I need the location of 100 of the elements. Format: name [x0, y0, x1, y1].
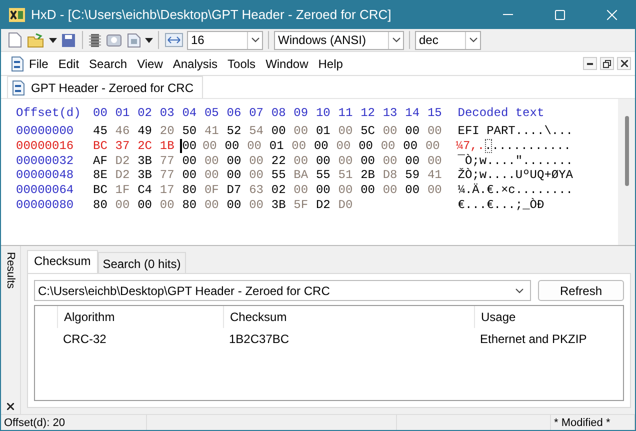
hex-byte[interactable]: 20 [160, 124, 182, 138]
hex-byte[interactable]: 00 [247, 139, 270, 154]
hex-byte[interactable]: 00 [182, 154, 204, 168]
hex-byte[interactable]: 00 [338, 154, 361, 168]
hex-byte[interactable]: 54 [249, 124, 272, 138]
hex-byte[interactable]: BA [294, 168, 316, 182]
menu-item[interactable]: File [24, 56, 54, 70]
hex-byte[interactable]: 00 [249, 154, 272, 168]
hex-byte[interactable]: 50 [182, 124, 204, 138]
hex-byte[interactable]: 01 [269, 139, 292, 154]
hex-byte[interactable]: 22 [271, 154, 294, 168]
hex-byte[interactable]: 00 [427, 154, 450, 168]
restore-button[interactable] [600, 57, 614, 70]
hex-byte[interactable]: 00 [314, 139, 336, 154]
hex-byte[interactable]: 00 [224, 139, 248, 154]
menu-item[interactable]: Analysis [168, 56, 223, 70]
hex-byte[interactable]: D8 [382, 168, 406, 182]
hex-byte[interactable]: 00 [115, 198, 138, 212]
hex-byte[interactable]: 00 [380, 139, 404, 154]
hex-byte[interactable]: D2 [115, 154, 138, 168]
bytes-per-row-select[interactable]: 16 [187, 30, 263, 50]
save-button[interactable] [60, 31, 77, 49]
menu-item[interactable]: Window [260, 56, 314, 70]
hex-byte[interactable]: BC [93, 183, 116, 198]
hex-byte[interactable]: 00 [138, 198, 160, 212]
hex-byte[interactable]: 01 [316, 124, 338, 138]
menu-item[interactable]: Edit [53, 56, 84, 70]
minimize-button[interactable] [583, 57, 597, 70]
hex-byte[interactable]: 02 [271, 183, 294, 198]
hex-byte[interactable]: 8E [93, 168, 116, 182]
hex-byte[interactable]: 80 [93, 198, 116, 212]
hex-byte[interactable]: 5C [360, 124, 383, 138]
hex-byte[interactable]: 00 [204, 198, 227, 212]
hex-byte[interactable]: C4 [138, 183, 160, 198]
file-properties-button[interactable] [126, 31, 142, 49]
new-file-button[interactable] [7, 31, 23, 49]
hex-byte[interactable]: 00 [180, 139, 202, 154]
hex-byte[interactable]: 17 [160, 183, 182, 198]
hex-byte[interactable]: D7 [226, 183, 250, 198]
hex-byte[interactable]: 00 [249, 168, 272, 182]
hex-byte[interactable]: D2 [316, 198, 338, 212]
hex-byte[interactable]: 3B [271, 198, 294, 212]
hex-byte[interactable]: 00 [338, 183, 361, 198]
hex-byte[interactable]: 00 [405, 154, 428, 168]
hex-byte[interactable]: 00 [316, 183, 338, 198]
hex-byte[interactable]: 1F [115, 183, 138, 198]
hex-byte[interactable]: 0F [204, 183, 227, 198]
hex-byte[interactable]: 52 [226, 124, 250, 138]
hex-byte[interactable]: 00 [358, 139, 381, 154]
results-tab[interactable]: Search (0 hits) [98, 252, 186, 273]
hex-byte[interactable]: 00 [182, 168, 204, 182]
hex-byte[interactable]: 51 [338, 168, 361, 182]
results-tab[interactable]: Checksum [27, 250, 98, 273]
hex-byte[interactable]: 00 [160, 198, 182, 212]
hex-byte[interactable]: 00 [382, 124, 406, 138]
hex-byte[interactable]: 00 [360, 183, 383, 198]
menu-item[interactable]: View [132, 56, 168, 70]
hex-byte[interactable]: 00 [425, 139, 448, 154]
hex-byte[interactable]: 63 [249, 183, 272, 198]
hex-byte[interactable]: 00 [405, 124, 428, 138]
hex-byte[interactable]: 2B [360, 168, 383, 182]
hex-byte[interactable]: 00 [294, 183, 316, 198]
hex-byte[interactable]: D2 [115, 168, 138, 182]
menu-item[interactable]: Help [313, 56, 348, 70]
hex-byte[interactable]: 00 [316, 154, 338, 168]
menu-item[interactable]: Search [84, 56, 132, 70]
menu-item[interactable]: Tools [222, 56, 261, 70]
refresh-button[interactable]: Refresh [538, 280, 624, 301]
hex-byte[interactable]: D0 [338, 198, 361, 212]
column-header[interactable]: Usage [474, 306, 623, 328]
hex-byte[interactable]: 77 [160, 154, 182, 168]
hex-byte[interactable]: 80 [182, 183, 204, 198]
hex-byte[interactable]: 59 [405, 168, 428, 182]
hex-byte[interactable]: 00 [226, 168, 250, 182]
hex-byte[interactable]: 3B [138, 154, 160, 168]
hex-byte[interactable]: 00 [382, 154, 406, 168]
hex-byte[interactable]: 00 [294, 124, 316, 138]
hex-byte[interactable]: 77 [160, 168, 182, 182]
column-header[interactable]: Checksum [223, 306, 474, 328]
hex-byte[interactable]: 00 [292, 139, 314, 154]
hex-byte[interactable]: 00 [204, 168, 227, 182]
offset-base-select[interactable]: dec [415, 30, 481, 50]
hex-byte[interactable]: 00 [336, 139, 359, 154]
hex-byte[interactable]: 00 [360, 154, 383, 168]
hex-byte[interactable]: 1B [160, 139, 182, 154]
hex-byte[interactable]: 00 [202, 139, 225, 154]
hex-byte[interactable]: AF [93, 154, 116, 168]
column-header[interactable]: Algorithm [57, 306, 223, 328]
hex-byte[interactable]: 37 [115, 139, 138, 154]
hex-byte[interactable]: 00 [226, 154, 250, 168]
open-folder-button[interactable] [26, 31, 46, 49]
hex-byte[interactable]: 00 [226, 198, 250, 212]
hex-byte[interactable]: 00 [382, 183, 406, 198]
scrollbar[interactable] [618, 99, 635, 245]
hex-byte[interactable]: 00 [204, 154, 227, 168]
hex-byte[interactable]: 5F [294, 198, 316, 212]
close-icon[interactable] [7, 403, 14, 410]
hex-byte[interactable]: 00 [294, 154, 316, 168]
hex-byte[interactable]: 80 [182, 198, 204, 212]
hex-byte[interactable]: 00 [249, 198, 272, 212]
